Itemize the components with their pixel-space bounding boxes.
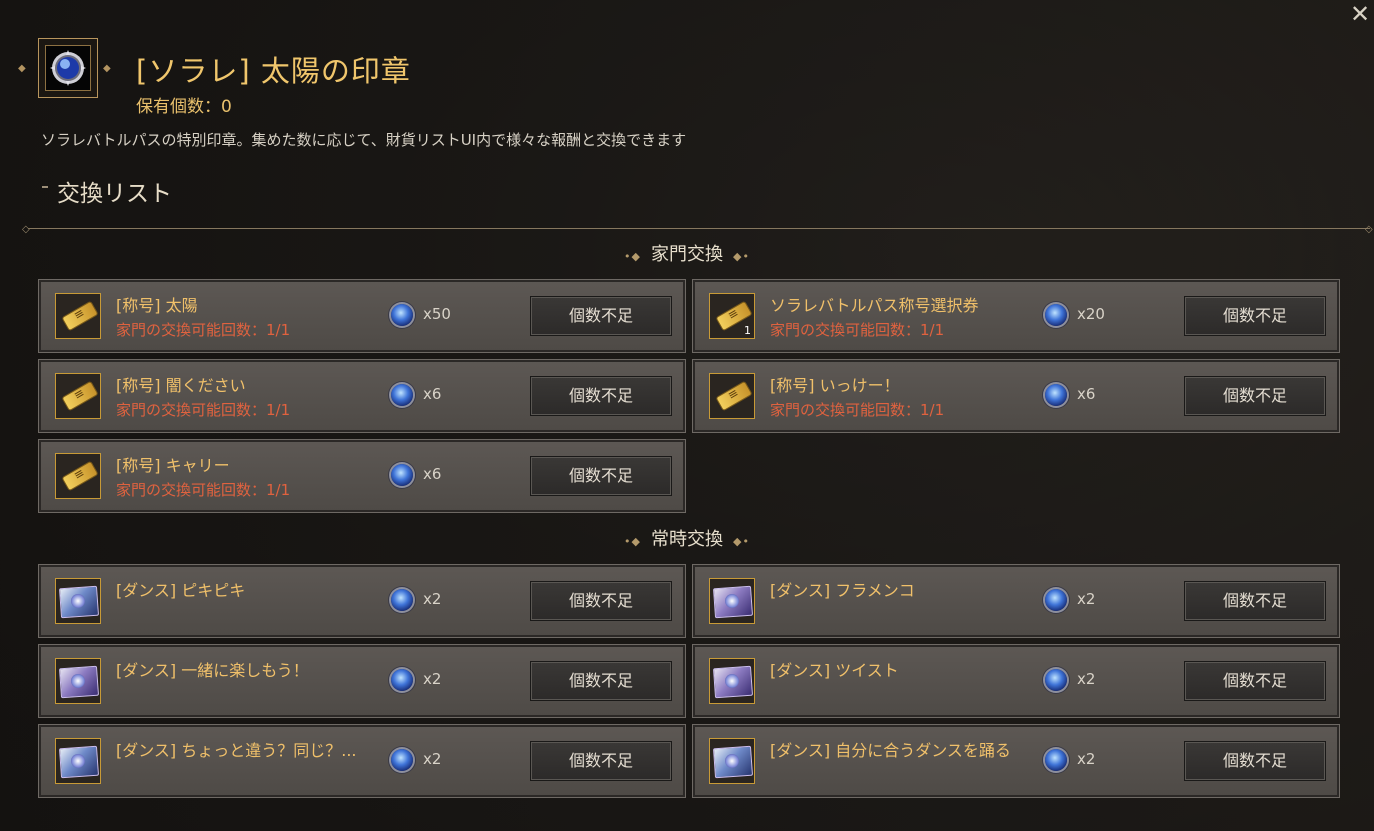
title-ticket-icon [55,373,101,419]
exchange-limit: 家門の交換可能回数：1/1 [770,321,945,339]
exchange-item-name: [ダンス] フラメンコ [770,581,915,600]
exchange-limit: 家門の交換可能回数：1/1 [116,401,291,419]
insufficient-button[interactable]: 個数不足 [530,376,672,416]
section-divider [28,228,1370,229]
seal-item-icon [38,38,98,98]
ornament-icon: ◆• [733,250,750,263]
insufficient-button[interactable]: 個数不足 [530,296,672,336]
insufficient-button[interactable]: 個数不足 [1184,581,1326,621]
seal-currency-icon [391,669,413,691]
dance-card-icon [709,578,755,624]
owned-count: 保有個数：0 [136,97,232,117]
item-description: ソラレバトルパスの特別印章。集めた数に応じて、財貨リストUI内で様々な報酬と交換… [41,131,687,149]
exchange-cost: x2 [423,590,442,608]
exchange-card: [ダンス] 自分に合うダンスを踊る x2 個数不足 [692,724,1340,798]
exchange-cost: x2 [423,750,442,768]
dance-card-icon [709,738,755,784]
exchange-item-name: [ダンス] 一緒に楽しもう！ [116,661,309,680]
exchange-cost: x2 [1077,750,1096,768]
insufficient-button[interactable]: 個数不足 [530,456,672,496]
close-button[interactable]: ✕ [1348,2,1372,26]
exchange-card: [ダンス] フラメンコ x2 個数不足 [692,564,1340,638]
seal-currency-icon [391,304,413,326]
dance-card-icon [55,578,101,624]
divider-ornament-icon: ◇ [1365,224,1373,235]
dance-card-icon [55,658,101,704]
exchange-item-name: [称号] いっけー！ [770,376,900,395]
exchange-item-name: [ダンス] ちょっと違う？同じ？... [116,741,357,760]
exchange-cost: x6 [1077,385,1096,403]
section-bullet [42,186,48,188]
item-title: [ソラレ] 太陽の印章 [136,54,411,88]
exchange-card: [称号] いっけー！ 家門の交換可能回数：1/1 x6 個数不足 [692,359,1340,433]
exchange-card: [称号] キャリー 家門の交換可能回数：1/1 x6 個数不足 [38,439,686,513]
exchange-card: [称号] 太陽 家門の交換可能回数：1/1 x50 個数不足 [38,279,686,353]
ornament-icon: ◆ [103,63,111,74]
exchange-cost: x6 [423,465,442,483]
seal-currency-icon [1045,669,1067,691]
exchange-limit: 家門の交換可能回数：1/1 [116,321,291,339]
exchange-card: [ダンス] ちょっと違う？同じ？... x2 個数不足 [38,724,686,798]
insufficient-button[interactable]: 個数不足 [530,741,672,781]
insufficient-button[interactable]: 個数不足 [530,581,672,621]
exchange-cost: x50 [423,305,451,323]
exchange-cost: x2 [1077,670,1096,688]
seal-currency-icon [391,749,413,771]
title-ticket-icon [55,453,101,499]
exchange-item-name: ソラレバトルパス称号選択券 [770,296,979,315]
insufficient-button[interactable]: 個数不足 [1184,296,1326,336]
item-quantity: 1 [744,324,751,337]
seal-currency-icon [391,384,413,406]
exchange-card: 1 ソラレバトルパス称号選択券 家門の交換可能回数：1/1 x20 個数不足 [692,279,1340,353]
seal-currency-icon [391,464,413,486]
group-title: 家門交換 [651,244,723,265]
seal-currency-icon [391,589,413,611]
exchange-item-name: [称号] キャリー [116,456,230,475]
ornament-icon: ◆ [18,63,26,74]
title-ticket-icon [55,293,101,339]
exchange-item-name: [称号] 闇ください [116,376,246,395]
exchange-cost: x6 [423,385,442,403]
exchange-card: [ダンス] ピキピキ x2 個数不足 [38,564,686,638]
dance-card-icon [55,738,101,784]
group-header-family: •◆ 家門交換 ◆• [0,240,1374,266]
exchange-item-name: [ダンス] 自分に合うダンスを踊る [770,741,1011,760]
exchange-card: [称号] 闇ください 家門の交換可能回数：1/1 x6 個数不足 [38,359,686,433]
seal-currency-icon [1045,589,1067,611]
group-title: 常時交換 [651,529,723,550]
exchange-item-name: [ダンス] ピキピキ [116,581,246,600]
insufficient-button[interactable]: 個数不足 [1184,661,1326,701]
seal-currency-icon [1045,304,1067,326]
exchange-list-title: 交換リスト [57,181,172,207]
insufficient-button[interactable]: 個数不足 [1184,741,1326,781]
ornament-icon: •◆ [624,250,641,263]
title-ticket-icon: 1 [709,293,755,339]
exchange-item-name: [称号] 太陽 [116,296,198,315]
exchange-limit: 家門の交換可能回数：1/1 [116,481,291,499]
group-header-always: •◆ 常時交換 ◆• [0,525,1374,551]
dance-card-icon [709,658,755,704]
exchange-card: [ダンス] 一緒に楽しもう！ x2 個数不足 [38,644,686,718]
exchange-cost: x2 [1077,590,1096,608]
title-ticket-icon [709,373,755,419]
divider-ornament-icon: ◇ [22,224,30,235]
seal-currency-icon [1045,384,1067,406]
ornament-icon: •◆ [624,535,641,548]
insufficient-button[interactable]: 個数不足 [530,661,672,701]
exchange-item-name: [ダンス] ツイスト [770,661,899,680]
exchange-cost: x2 [423,670,442,688]
exchange-cost: x20 [1077,305,1105,323]
ornament-icon: ◆• [733,535,750,548]
insufficient-button[interactable]: 個数不足 [1184,376,1326,416]
seal-currency-icon [1045,749,1067,771]
exchange-card: [ダンス] ツイスト x2 個数不足 [692,644,1340,718]
exchange-limit: 家門の交換可能回数：1/1 [770,401,945,419]
